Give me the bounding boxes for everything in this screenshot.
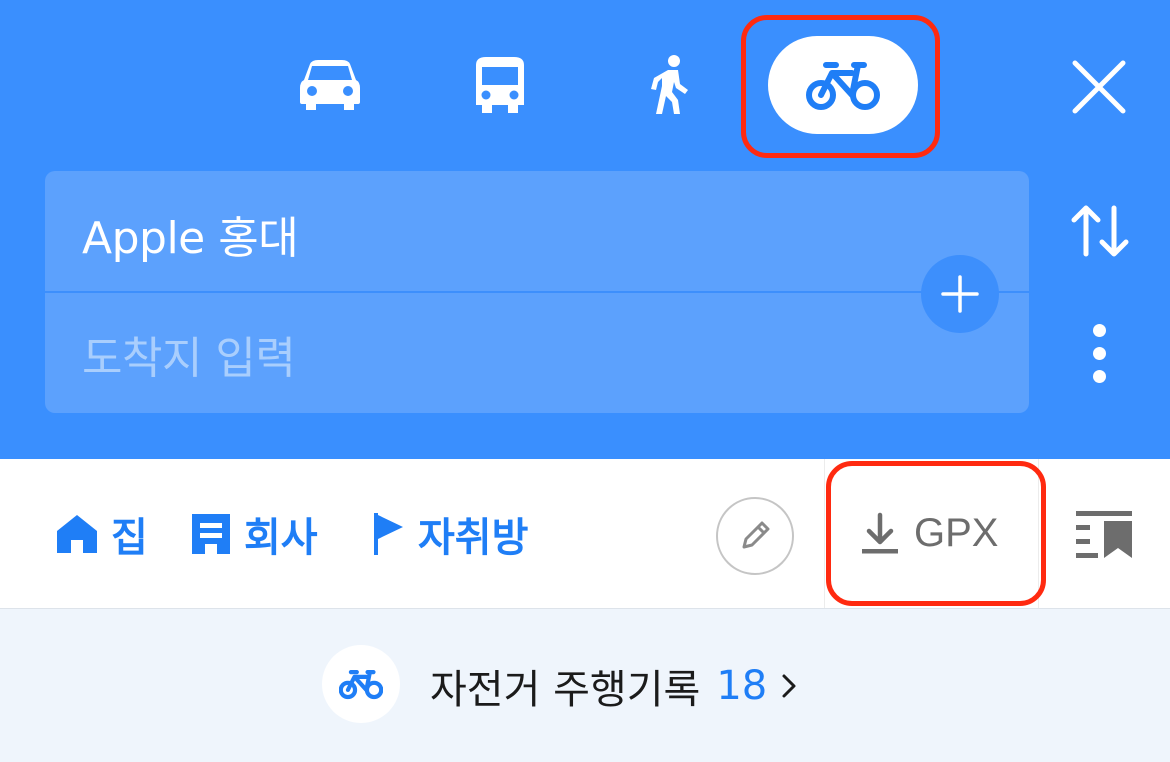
more-options-button[interactable] [1082, 320, 1118, 386]
chevron-right-icon [782, 674, 796, 697]
bike-icon [806, 62, 880, 110]
car-mode-button[interactable] [255, 36, 405, 134]
ride-record-label: 자전거 주행기록 18 [430, 609, 797, 762]
bookmark-list-icon [1076, 511, 1132, 558]
shortcut-work-label: 회사 [244, 514, 318, 561]
bike-icon [339, 670, 383, 700]
pencil-icon [742, 521, 770, 549]
more-dot [1093, 370, 1106, 383]
car-icon [300, 60, 360, 110]
shortcut-work[interactable]: 회사 [190, 459, 318, 608]
swap-icon [1071, 205, 1129, 257]
walk-mode-button[interactable] [595, 36, 745, 134]
flag-icon [374, 512, 403, 555]
shortcut-bar: 집 회사 자취방 GPX [0, 459, 1170, 609]
close-icon [1072, 60, 1126, 114]
ride-record-banner[interactable]: 자전거 주행기록 18 [0, 609, 1170, 762]
building-icon [192, 513, 230, 554]
route-header: Apple 홍대 도착지 입력 [0, 0, 1170, 459]
destination-field[interactable]: 도착지 입력 [82, 295, 902, 413]
walk-icon [651, 55, 688, 114]
plus-icon [941, 275, 979, 313]
download-icon [862, 512, 898, 553]
shortcut-flag[interactable]: 자취방 [370, 459, 528, 608]
divider [1038, 459, 1039, 608]
swap-route-button[interactable] [1068, 200, 1132, 264]
divider [824, 459, 825, 608]
shortcut-flag-label: 자취방 [418, 514, 529, 561]
edit-shortcuts-button[interactable] [716, 497, 794, 575]
gpx-download-button[interactable]: GPX [860, 459, 998, 608]
shortcut-home-label: 집 [111, 514, 148, 561]
origin-field[interactable]: Apple 홍대 [82, 175, 902, 293]
ride-record-text: 자전거 주행기록 [430, 666, 701, 713]
route-input-card: Apple 홍대 도착지 입력 [45, 171, 1029, 413]
ride-record-count: 18 [716, 662, 768, 709]
gpx-label: GPX [914, 511, 999, 555]
more-dot [1093, 324, 1106, 337]
bus-mode-button[interactable] [425, 36, 575, 134]
more-dot [1093, 347, 1106, 360]
bike-mode-button[interactable] [768, 36, 918, 134]
bus-icon [476, 57, 524, 113]
saved-places-button[interactable] [1076, 509, 1134, 559]
add-waypoint-button[interactable] [921, 255, 999, 333]
close-button[interactable] [1068, 56, 1130, 118]
shortcut-home[interactable]: 집 [55, 459, 148, 608]
route-divider [45, 291, 1029, 293]
home-icon [57, 514, 97, 553]
ride-record-icon-badge [322, 645, 400, 723]
